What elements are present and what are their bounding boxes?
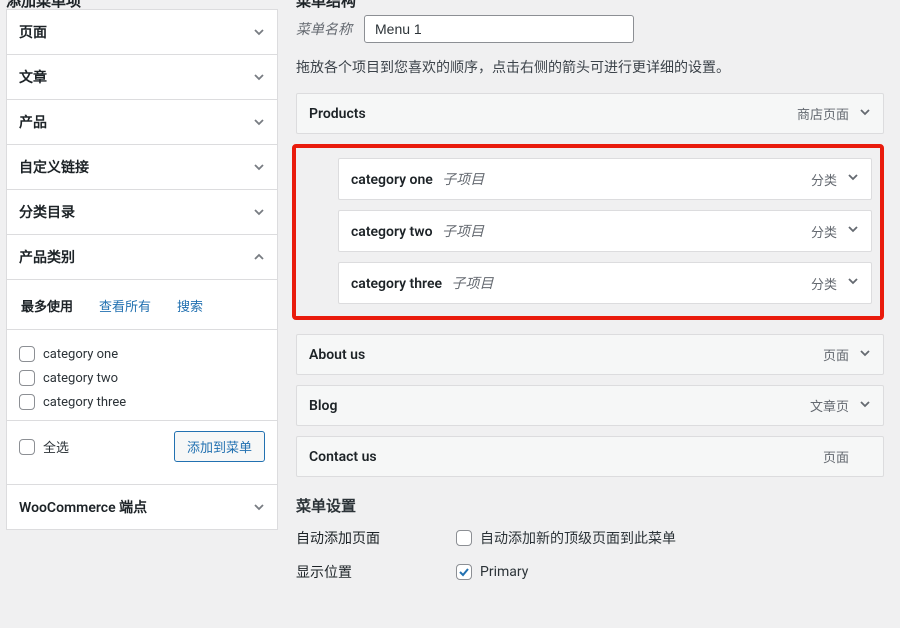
menu-item-blog[interactable]: Blog 文章页: [296, 385, 884, 426]
acc-body: 最多使用 查看所有 搜索 category one category two: [7, 279, 277, 484]
menu-item-title: category two 子项目: [351, 221, 484, 241]
menu-settings-heading: 菜单设置: [296, 495, 888, 516]
acc-label: 产品类别: [19, 247, 75, 267]
acc-label: WooCommerce 端点: [19, 497, 147, 517]
select-all-label: 全选: [43, 437, 69, 456]
checkbox[interactable]: [19, 394, 35, 410]
menu-name-input[interactable]: [364, 15, 634, 43]
acc-label: 页面: [19, 22, 47, 42]
auto-add-option-label: 自动添加新的顶级页面到此菜单: [480, 528, 676, 548]
acc-label: 分类目录: [19, 202, 75, 222]
menu-item-subtext: 子项目: [442, 224, 484, 240]
menu-name-label: 菜单名称: [296, 19, 352, 39]
chevron-down-icon[interactable]: [847, 171, 859, 187]
menu-items-list: Products 商店页面 category one 子项目 分类: [296, 93, 888, 477]
acc-label: 产品: [19, 112, 47, 132]
menu-item-products[interactable]: Products 商店页面: [296, 93, 884, 134]
acc-custom-link[interactable]: 自定义链接: [7, 145, 277, 189]
chevron-down-icon: [253, 206, 265, 218]
list-item-label: category two: [43, 371, 118, 386]
acc-label: 自定义链接: [19, 157, 89, 177]
chevron-down-icon: [253, 161, 265, 173]
add-menu-accordion: 页面 文章 产品 自定义链接 分类目录 产品类别: [6, 9, 278, 530]
instructions-text: 拖放各个项目到您喜欢的顺序，点击右侧的箭头可进行更详细的设置。: [296, 57, 888, 77]
menu-item-type: 商店页面: [797, 104, 849, 123]
menu-item-title: Blog: [309, 398, 337, 414]
acc-label: 文章: [19, 67, 47, 87]
menu-item-contact[interactable]: Contact us 页面: [296, 436, 884, 477]
sidebar-heading: 添加菜单项: [6, 0, 278, 9]
menu-item-title-text: category two: [351, 224, 433, 240]
list-item-label: category one: [43, 347, 118, 362]
menu-item-title: Contact us: [309, 449, 377, 465]
auto-add-label: 自动添加页面: [296, 528, 456, 548]
chevron-up-icon: [253, 251, 265, 263]
menu-item-type: 分类: [811, 222, 837, 241]
acc-pages[interactable]: 页面: [7, 10, 277, 54]
menu-item-title-text: category three: [351, 276, 442, 292]
chevron-down-icon: [253, 501, 265, 513]
select-all-row: 全选: [19, 433, 69, 460]
menu-item-type: 页面: [823, 447, 849, 466]
menu-structure-heading: 菜单结构: [296, 0, 888, 9]
select-all-checkbox[interactable]: [19, 439, 35, 455]
tab-view-all[interactable]: 查看所有: [97, 290, 161, 321]
menu-item-type: 分类: [811, 274, 837, 293]
menu-item-type: 文章页: [810, 396, 849, 415]
acc-product-categories[interactable]: 产品类别: [7, 235, 277, 279]
acc-categories[interactable]: 分类目录: [7, 190, 277, 234]
list-item-label: category three: [43, 395, 126, 410]
menu-item-title: category three 子项目: [351, 273, 494, 293]
position-option-label: Primary: [480, 564, 528, 580]
menu-item-category-two[interactable]: category two 子项目 分类: [338, 210, 872, 252]
menu-item-title: Products: [309, 106, 366, 122]
menu-item-title: category one 子项目: [351, 169, 484, 189]
menu-item-category-three[interactable]: category three 子项目 分类: [338, 262, 872, 304]
chevron-down-icon[interactable]: [847, 223, 859, 239]
list-item: category one: [19, 342, 265, 366]
menu-item-subtext: 子项目: [452, 276, 494, 292]
menu-item-category-one[interactable]: category one 子项目 分类: [338, 158, 872, 200]
chevron-down-icon[interactable]: [859, 347, 871, 363]
position-primary-checkbox[interactable]: [456, 564, 472, 580]
acc-products[interactable]: 产品: [7, 100, 277, 144]
menu-item-about[interactable]: About us 页面: [296, 334, 884, 375]
checkbox[interactable]: [19, 370, 35, 386]
menu-item-title: About us: [309, 347, 365, 363]
list-item: category two: [19, 366, 265, 390]
chevron-down-icon: [253, 26, 265, 38]
chevron-down-icon: [253, 71, 265, 83]
list-item: category three: [19, 390, 265, 414]
chevron-down-icon[interactable]: [859, 398, 871, 414]
position-label: 显示位置: [296, 562, 456, 582]
menu-item-type: 页面: [823, 345, 849, 364]
tab-most-used[interactable]: 最多使用: [19, 290, 83, 321]
checkbox[interactable]: [19, 346, 35, 362]
menu-item-title-text: category one: [351, 172, 433, 188]
chevron-down-icon[interactable]: [859, 106, 871, 122]
menu-item-subtext: 子项目: [442, 172, 484, 188]
chevron-down-icon: [253, 116, 265, 128]
acc-posts[interactable]: 文章: [7, 55, 277, 99]
chevron-down-icon[interactable]: [847, 275, 859, 291]
acc-woocommerce-endpoints[interactable]: WooCommerce 端点: [7, 485, 277, 529]
menu-item-type: 分类: [811, 170, 837, 189]
highlight-box: category one 子项目 分类 category two 子项目 分类: [292, 144, 884, 320]
add-to-menu-button[interactable]: 添加到菜单: [174, 431, 265, 462]
tab-search[interactable]: 搜索: [175, 290, 213, 321]
chevron-down-icon[interactable]: [859, 449, 871, 465]
auto-add-checkbox[interactable]: [456, 530, 472, 546]
